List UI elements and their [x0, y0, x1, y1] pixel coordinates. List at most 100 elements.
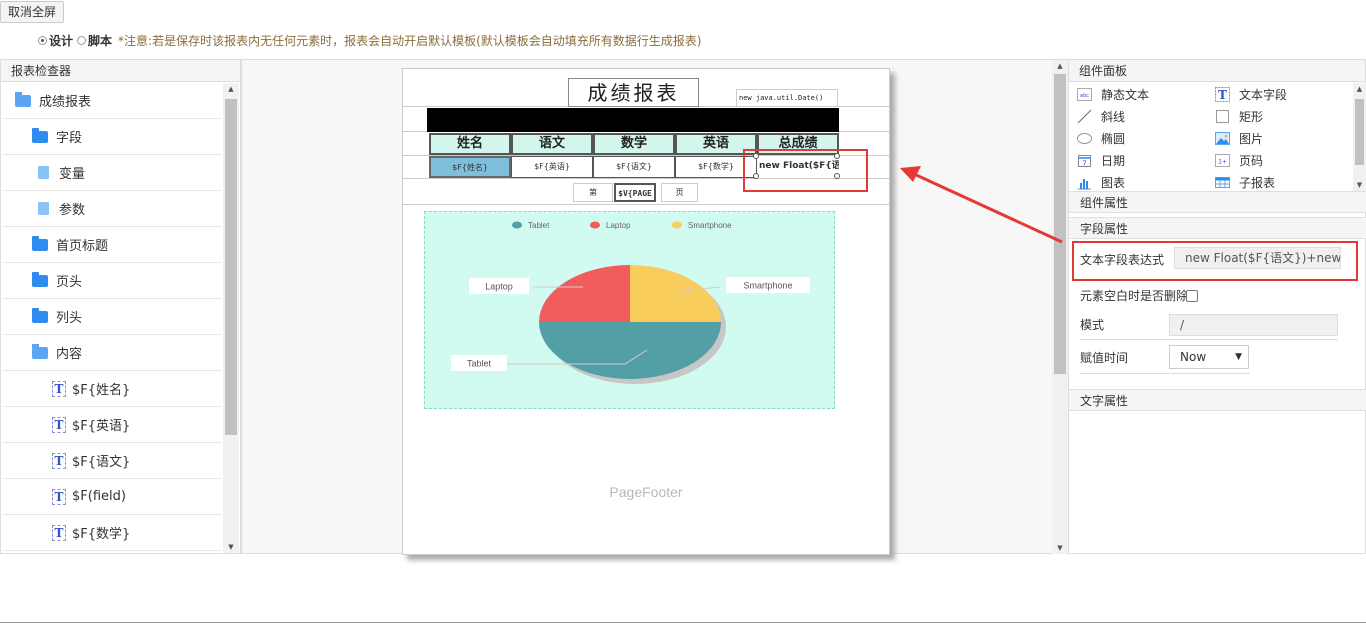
page-suffix-label[interactable]: 页: [661, 183, 698, 202]
component-line[interactable]: 斜线: [1077, 105, 1125, 127]
report-title[interactable]: 成绩报表: [568, 78, 699, 107]
svg-text:7: 7: [1082, 159, 1086, 167]
pattern-label: 模式: [1080, 318, 1105, 332]
tree-item-field[interactable]: T $F{姓名}: [3, 371, 221, 407]
component-props-header[interactable]: 组件属性: [1069, 191, 1366, 213]
inspector-scrollbar[interactable]: ▲ ▼: [223, 83, 239, 553]
tree-item-parameters[interactable]: 参数: [3, 191, 221, 227]
tree-item-field[interactable]: T $F(field): [3, 479, 221, 515]
tree-item-field[interactable]: T $F{数学}: [3, 515, 221, 551]
page-number-icon: 1+: [1215, 153, 1230, 167]
scrollbar-thumb[interactable]: [1054, 74, 1066, 374]
tree-item-detail[interactable]: 内容: [3, 335, 221, 371]
exit-fullscreen-button[interactable]: 取消全屏: [0, 1, 65, 23]
detail-field-cell[interactable]: $F{姓名}: [429, 156, 511, 178]
tree-item-field[interactable]: T $F{语文}: [3, 443, 221, 479]
text-props-header[interactable]: 文字属性: [1069, 389, 1366, 411]
scroll-down-icon[interactable]: ▼: [223, 541, 239, 553]
header-bar[interactable]: [427, 108, 839, 132]
scroll-down-icon[interactable]: ▼: [1353, 179, 1366, 191]
inspector-title: 报表检查器: [1, 60, 240, 82]
text-field-icon: T: [1215, 86, 1230, 102]
data-label: Laptop: [485, 282, 513, 292]
tree-item-column-header[interactable]: 列头: [3, 299, 221, 335]
svg-text:1+: 1+: [1218, 158, 1227, 165]
page-footer-label: PageFooter: [609, 484, 683, 500]
file-icon: [38, 202, 49, 215]
svg-text:abc: abc: [1080, 93, 1089, 99]
page-prefix-label[interactable]: 第: [573, 183, 613, 202]
scrollbar-thumb[interactable]: [1355, 99, 1364, 165]
folder-open-icon: [15, 91, 31, 107]
pie-slice[interactable]: [539, 265, 630, 322]
data-label: Tablet: [467, 359, 492, 369]
legend-label: Laptop: [606, 221, 631, 230]
detail-field-cell[interactable]: $F{英语}: [511, 156, 593, 178]
chart-icon: [1078, 178, 1091, 189]
column-header-cell[interactable]: 姓名: [429, 133, 511, 155]
component-scrollbar[interactable]: ▲ ▼: [1353, 83, 1366, 191]
pattern-input[interactable]: /: [1169, 314, 1338, 336]
ellipse-icon: [1077, 132, 1092, 144]
inspector-tree: 成绩报表 字段 变量 参数 首页标题 页头 列头 内容 T $F{姓名} T $F{…: [3, 83, 221, 553]
eval-time-select[interactable]: Now ▼: [1169, 345, 1249, 369]
scroll-up-icon[interactable]: ▲: [1353, 83, 1366, 95]
remove-blank-checkbox[interactable]: [1186, 290, 1198, 302]
text-field-icon: T: [52, 380, 66, 397]
folder-icon: [32, 235, 48, 251]
date-field[interactable]: new java.util.Date(): [736, 89, 838, 107]
data-label: Smartphone: [743, 281, 792, 291]
component-chart[interactable]: 图表: [1077, 171, 1125, 191]
scrollbar-thumb[interactable]: [225, 99, 237, 435]
tree-item-title-band[interactable]: 首页标题: [3, 227, 221, 263]
scroll-down-icon[interactable]: ▼: [1052, 542, 1068, 554]
rectangle-icon: [1216, 109, 1229, 123]
remove-blank-label: 元素空白时是否删除: [1080, 289, 1189, 303]
tree-item-variables[interactable]: 变量: [3, 155, 221, 191]
folder-icon: [32, 307, 48, 323]
script-mode-radio[interactable]: [77, 35, 87, 45]
pie-slice[interactable]: [630, 265, 721, 322]
component-image[interactable]: 图片: [1215, 127, 1263, 149]
column-header-cell[interactable]: 语文: [511, 133, 593, 155]
text-field-icon: T: [52, 488, 66, 505]
component-rectangle[interactable]: 矩形: [1215, 105, 1263, 127]
detail-field-cell[interactable]: $F{语文}: [593, 156, 675, 178]
eval-time-label: 赋值时间: [1080, 351, 1129, 365]
tree-item-report[interactable]: 成绩报表: [3, 83, 221, 119]
component-panel-title: 组件面板: [1069, 60, 1365, 82]
component-page-number[interactable]: 1+ 页码: [1215, 149, 1263, 171]
mode-bar: 设计 脚本 *注意:若是保存时该报表内无任何元素时，报表会自动开启默认模板(默认…: [38, 31, 701, 49]
column-header-cell[interactable]: 数学: [593, 133, 675, 155]
canvas-scrollbar[interactable]: ▲ ▼: [1052, 60, 1068, 554]
design-mode-radio[interactable]: [38, 35, 47, 45]
svg-text:T: T: [1218, 88, 1227, 102]
component-ellipse[interactable]: 椭圆: [1077, 127, 1125, 149]
legend-label: Tablet: [528, 221, 550, 230]
design-mode-label[interactable]: 设计: [49, 32, 73, 49]
annotation-highlight-expression: [1072, 241, 1358, 281]
component-static-text[interactable]: abc 静态文本: [1077, 83, 1149, 105]
text-field-icon: T: [52, 416, 66, 433]
component-text-field[interactable]: T 文本字段: [1215, 83, 1287, 105]
tree-item-fields[interactable]: 字段: [3, 119, 221, 155]
scroll-up-icon[interactable]: ▲: [1052, 60, 1068, 72]
image-icon: [1215, 131, 1230, 145]
field-props-header[interactable]: 字段属性: [1069, 217, 1366, 239]
annotation-highlight-field: [743, 149, 868, 192]
page-number-field[interactable]: $V{PAGE: [614, 183, 656, 202]
scroll-up-icon[interactable]: ▲: [223, 83, 239, 95]
pie-chart[interactable]: Tablet Laptop Smartphone Laptop Smartphone Ta…: [424, 211, 835, 409]
script-mode-label[interactable]: 脚本: [88, 32, 112, 49]
text-field-icon: T: [52, 452, 66, 469]
component-date[interactable]: 7 日期: [1077, 149, 1125, 171]
tree-item-page-header[interactable]: 页头: [3, 263, 221, 299]
component-subreport[interactable]: 子报表: [1215, 171, 1275, 191]
divider: [1080, 373, 1250, 374]
divider: [1080, 339, 1338, 340]
report-sheet: 成绩报表 new java.util.Date() 姓名 语文 数学 英语 总成…: [402, 68, 890, 555]
folder-icon: [32, 127, 48, 143]
calendar-icon: 7: [1078, 154, 1091, 167]
folder-open-icon: [32, 343, 48, 359]
tree-item-field[interactable]: T $F{英语}: [3, 407, 221, 443]
